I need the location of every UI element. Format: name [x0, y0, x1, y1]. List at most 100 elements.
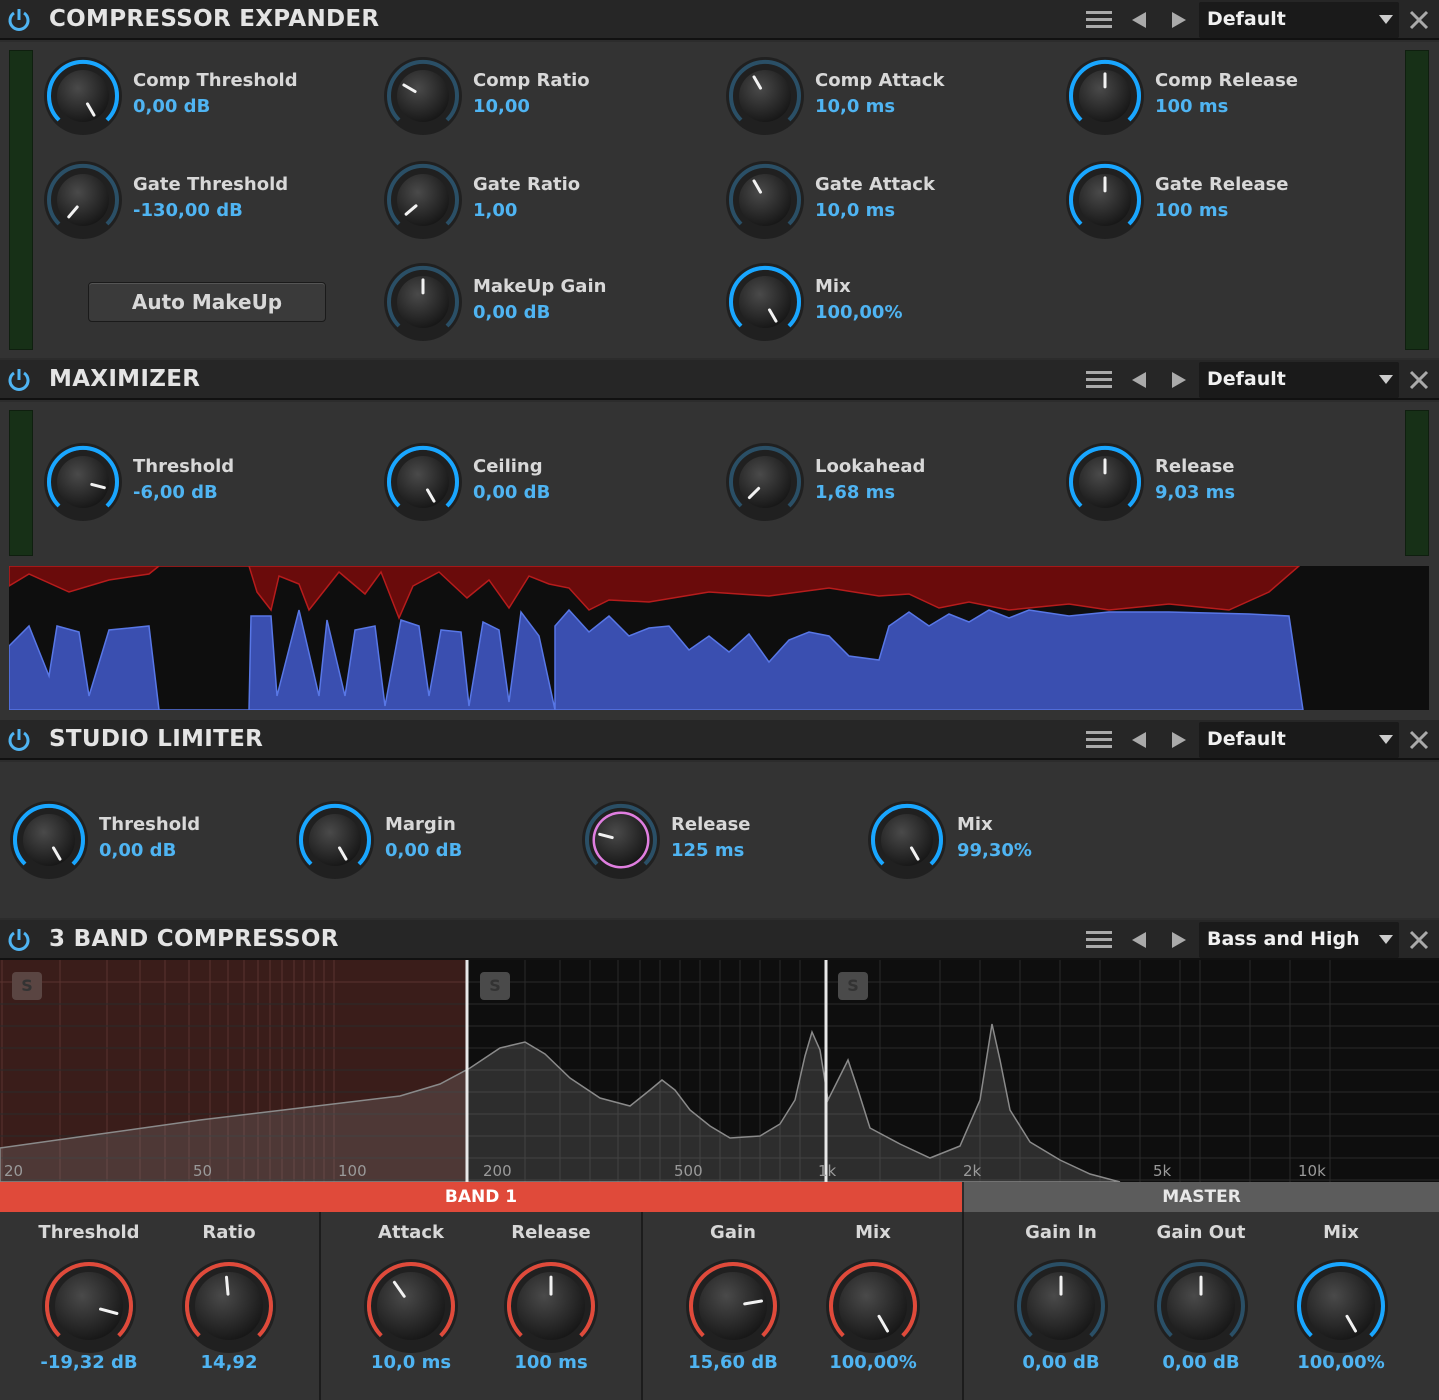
knob-label: Mix — [1323, 1222, 1359, 1243]
parameter-knob[interactable] — [41, 1258, 137, 1354]
power-icon[interactable] — [6, 927, 32, 953]
power-icon[interactable] — [6, 7, 32, 33]
knob-value[interactable]: -6,00 dB — [133, 482, 218, 503]
knob-value[interactable]: 0,00 dB — [99, 840, 176, 861]
knob-value[interactable]: 10,0 ms — [341, 1352, 481, 1373]
maximizer-body: Threshold -6,00 dB Ceiling 0,00 dB Lookahead… — [0, 402, 1439, 720]
solo-band-1-button[interactable]: S — [12, 972, 42, 1000]
parameter-knob[interactable] — [1065, 442, 1145, 522]
knob-label: Comp Attack — [815, 70, 945, 91]
auto-makeup-button[interactable]: Auto MakeUp — [88, 282, 326, 322]
knob-label: Mix — [855, 1222, 891, 1243]
parameter-knob[interactable] — [1293, 1258, 1389, 1354]
knob-value[interactable]: 9,03 ms — [1155, 482, 1235, 503]
preset-dropdown[interactable]: Default — [1199, 362, 1399, 398]
knob-value[interactable]: 100,00% — [1271, 1352, 1411, 1373]
close-icon[interactable] — [1408, 9, 1430, 31]
parameter-knob[interactable] — [503, 1258, 599, 1354]
knob-value[interactable]: 100 ms — [481, 1352, 621, 1373]
parameter-knob[interactable] — [825, 1258, 921, 1354]
power-icon[interactable] — [6, 367, 32, 393]
knob-label: Threshold — [99, 814, 201, 835]
knob-value[interactable]: 99,30% — [957, 840, 1032, 861]
knob-value[interactable]: 0,00 dB — [1131, 1352, 1271, 1373]
knob-value[interactable]: 100 ms — [1155, 96, 1228, 117]
menu-icon[interactable] — [1086, 369, 1112, 391]
knob-value[interactable]: -19,32 dB — [19, 1352, 159, 1373]
parameter-knob[interactable] — [581, 800, 661, 880]
next-preset-icon[interactable] — [1170, 730, 1188, 750]
power-icon[interactable] — [6, 727, 32, 753]
spectrum-display[interactable]: S S S 20 50 100 200 500 1k 2k 5k 10k — [0, 960, 1439, 1182]
knob-value[interactable]: 0,00 dB — [473, 302, 550, 323]
knob-value[interactable]: 0,00 dB — [991, 1352, 1131, 1373]
parameter-knob[interactable] — [295, 800, 375, 880]
preset-dropdown[interactable]: Default — [1199, 722, 1399, 758]
knob-value[interactable]: 1,00 — [473, 200, 517, 221]
previous-preset-icon[interactable] — [1130, 930, 1148, 950]
menu-icon[interactable] — [1086, 929, 1112, 951]
knob-value[interactable]: 14,92 — [159, 1352, 299, 1373]
close-icon[interactable] — [1408, 929, 1430, 951]
knob-value[interactable]: 100,00% — [803, 1352, 943, 1373]
next-preset-icon[interactable] — [1170, 930, 1188, 950]
spectrum-graph — [0, 960, 1439, 1182]
band-controls: Threshold -19,32 dB Ratio 14,92 Attack 10,0 m… — [0, 1212, 1439, 1400]
knob-value[interactable]: 10,00 — [473, 96, 530, 117]
parameter-knob[interactable] — [43, 160, 123, 240]
knob-value[interactable]: 10,0 ms — [815, 200, 895, 221]
parameter-knob[interactable] — [725, 262, 805, 342]
knob-value[interactable]: 100 ms — [1155, 200, 1228, 221]
frequency-label: 2k — [963, 1162, 982, 1180]
band-1-tab[interactable]: BAND 1 — [0, 1182, 962, 1212]
knob-value[interactable]: 0,00 dB — [473, 482, 550, 503]
knob-label: Gate Threshold — [133, 174, 289, 195]
solo-band-2-button[interactable]: S — [480, 972, 510, 1000]
parameter-knob[interactable] — [383, 56, 463, 136]
parameter-knob[interactable] — [1065, 56, 1145, 136]
previous-preset-icon[interactable] — [1130, 10, 1148, 30]
parameter-knob[interactable] — [867, 800, 947, 880]
parameter-knob[interactable] — [685, 1258, 781, 1354]
parameter-knob[interactable] — [383, 442, 463, 522]
frequency-label: 20 — [4, 1162, 24, 1180]
parameter-knob[interactable] — [43, 56, 123, 136]
parameter-knob[interactable] — [1013, 1258, 1109, 1354]
knob-value[interactable]: 0,00 dB — [385, 840, 462, 861]
close-icon[interactable] — [1408, 729, 1430, 751]
knob-value[interactable]: -130,00 dB — [133, 200, 243, 221]
knob-label: Gain — [710, 1222, 756, 1243]
knob-value[interactable]: 10,0 ms — [815, 96, 895, 117]
next-preset-icon[interactable] — [1170, 370, 1188, 390]
parameter-knob[interactable] — [725, 442, 805, 522]
preset-dropdown[interactable]: Bass and High — [1199, 922, 1399, 958]
parameter-knob[interactable] — [383, 262, 463, 342]
solo-band-3-button[interactable]: S — [838, 972, 868, 1000]
next-preset-icon[interactable] — [1170, 10, 1188, 30]
parameter-knob[interactable] — [725, 56, 805, 136]
parameter-knob[interactable] — [43, 442, 123, 522]
master-tab[interactable]: MASTER — [964, 1182, 1439, 1212]
frequency-label: 10k — [1298, 1162, 1326, 1180]
output-level-meter — [1405, 50, 1429, 350]
parameter-knob[interactable] — [1153, 1258, 1249, 1354]
knob-value[interactable]: 125 ms — [671, 840, 744, 861]
knob-value[interactable]: 0,00 dB — [133, 96, 210, 117]
parameter-knob[interactable] — [181, 1258, 277, 1354]
parameter-knob[interactable] — [363, 1258, 459, 1354]
menu-icon[interactable] — [1086, 9, 1112, 31]
parameter-knob[interactable] — [383, 160, 463, 240]
parameter-knob[interactable] — [725, 160, 805, 240]
close-icon[interactable] — [1408, 369, 1430, 391]
previous-preset-icon[interactable] — [1130, 370, 1148, 390]
parameter-knob[interactable] — [1065, 160, 1145, 240]
knob-label: Release — [511, 1222, 591, 1243]
menu-icon[interactable] — [1086, 729, 1112, 751]
knob-label: Release — [671, 814, 751, 835]
parameter-knob[interactable] — [9, 800, 89, 880]
knob-value[interactable]: 15,60 dB — [663, 1352, 803, 1373]
preset-dropdown[interactable]: Default — [1199, 2, 1399, 38]
knob-value[interactable]: 100,00% — [815, 302, 903, 323]
previous-preset-icon[interactable] — [1130, 730, 1148, 750]
knob-value[interactable]: 1,68 ms — [815, 482, 895, 503]
